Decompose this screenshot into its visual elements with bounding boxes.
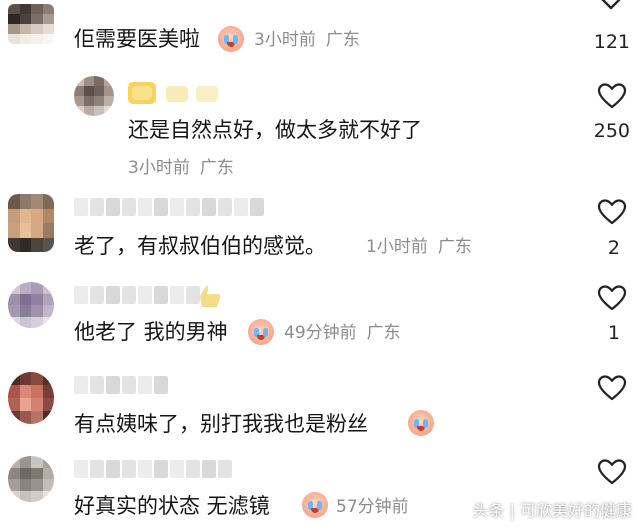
comment-meta: 3小时前 广东 <box>254 28 360 52</box>
crying-face-icon <box>218 26 244 52</box>
username-blurred[interactable] <box>74 196 264 218</box>
heart-outline-icon[interactable] <box>597 82 627 110</box>
comment-text: 有点姨味了，别打我我也是粉丝 <box>74 412 368 436</box>
avatar[interactable] <box>8 456 54 502</box>
heart-outline-icon[interactable] <box>597 284 627 312</box>
comment-meta: 3小时前 广东 <box>128 156 234 180</box>
watermark: 头条 | 可欣美好的健康 <box>472 501 632 520</box>
comment-time: 3小时前 <box>128 158 190 178</box>
heart-outline-icon[interactable] <box>597 374 627 402</box>
crying-face-icon <box>302 492 328 518</box>
comment-text: 还是自然点好，做太多就不好了 <box>128 118 422 142</box>
comment-meta: 49分钟前 广东 <box>284 321 401 345</box>
comment-text: 他老了 我的男神 <box>74 320 228 344</box>
comment-time: 3小时前 <box>254 30 316 50</box>
avatar[interactable] <box>74 76 114 116</box>
avatar[interactable] <box>8 372 54 424</box>
crying-face-icon <box>248 319 274 345</box>
thumb-emoji-icon <box>200 285 221 307</box>
username-blurred[interactable] <box>74 284 200 306</box>
like-count: 250 <box>593 120 630 142</box>
comment-location: 广东 <box>366 323 401 343</box>
comment-meta: 1小时前 广东 <box>366 235 472 259</box>
like-count: 121 <box>593 31 630 53</box>
comment-text: 好真实的状态 无滤镜 <box>74 494 270 518</box>
crying-face-icon <box>408 410 434 436</box>
avatar[interactable] <box>8 4 54 44</box>
username-blurred[interactable] <box>74 374 168 396</box>
comment-meta: 57分钟前 <box>336 495 409 519</box>
comment-text: 佢需要医美啦 <box>74 27 200 51</box>
comment-location: 广东 <box>325 30 360 50</box>
comment-time: 49分钟前 <box>284 323 357 343</box>
like-count: 2 <box>607 237 620 259</box>
comment-time: 57分钟前 <box>336 497 409 517</box>
username-blurred[interactable] <box>74 458 232 480</box>
badge-icon <box>128 82 218 104</box>
comment-location: 广东 <box>437 237 472 257</box>
avatar[interactable] <box>8 194 54 252</box>
comment-time: 1小时前 <box>366 237 428 257</box>
chevron-down-icon[interactable] <box>598 0 624 14</box>
like-count: 1 <box>607 322 620 344</box>
heart-outline-icon[interactable] <box>597 458 627 486</box>
comment-text: 老了，有叔叔伯伯的感觉。 <box>74 234 326 258</box>
heart-outline-icon[interactable] <box>597 198 627 226</box>
avatar[interactable] <box>8 282 54 328</box>
comment-location: 广东 <box>199 158 234 178</box>
